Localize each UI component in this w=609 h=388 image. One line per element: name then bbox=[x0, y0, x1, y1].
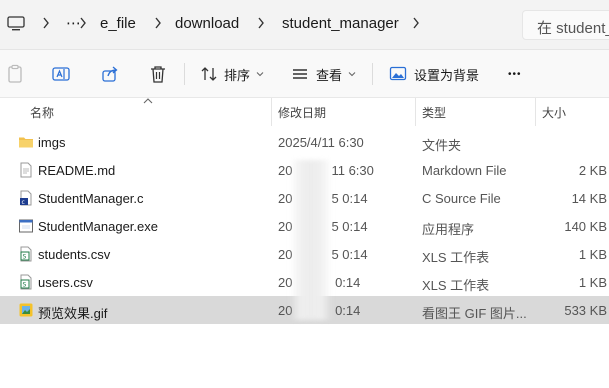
file-size: 1 KB bbox=[578, 275, 607, 290]
column-header-type[interactable]: 类型 bbox=[422, 104, 446, 121]
sort-button[interactable]: 排序 bbox=[200, 58, 264, 90]
share-icon[interactable] bbox=[100, 64, 120, 84]
image-icon bbox=[389, 66, 407, 81]
address-bar: ⋯ e_file download student_manager 在 stud… bbox=[0, 0, 609, 50]
file-type: Markdown File bbox=[422, 163, 507, 178]
search-input[interactable]: 在 student_m bbox=[522, 10, 609, 40]
column-header-name[interactable]: 名称 bbox=[30, 104, 54, 121]
view-button[interactable]: 查看 bbox=[291, 58, 356, 90]
folder-icon bbox=[18, 134, 34, 150]
chevron-right-icon[interactable] bbox=[78, 14, 88, 32]
c-source-icon: c bbox=[18, 190, 34, 206]
chevron-right-icon[interactable] bbox=[411, 14, 421, 32]
chevron-right-icon[interactable] bbox=[153, 14, 163, 32]
column-header-bar: 名称 修改日期 类型 大小 bbox=[0, 98, 609, 126]
chevron-right-icon[interactable] bbox=[41, 14, 51, 32]
csv-icon: S bbox=[18, 246, 34, 262]
sort-ascending-icon bbox=[143, 98, 153, 104]
file-size: 533 KB bbox=[564, 303, 607, 318]
breadcrumb-e-file[interactable]: e_file bbox=[100, 15, 136, 32]
svg-text:S: S bbox=[23, 282, 27, 289]
svg-text:S: S bbox=[23, 254, 27, 261]
this-pc-icon[interactable] bbox=[7, 16, 25, 32]
chevron-down-icon bbox=[256, 72, 264, 77]
file-type: 看图王 GIF 图片... bbox=[422, 306, 527, 321]
set-as-background-button[interactable]: 设置为背景 bbox=[389, 58, 479, 90]
file-type: 应用程序 bbox=[422, 222, 475, 237]
file-type: 文件夹 bbox=[422, 138, 462, 153]
command-bar: 排序 查看 设置为背景 ••• bbox=[0, 50, 609, 98]
breadcrumb-download[interactable]: download bbox=[175, 15, 239, 32]
column-header-size[interactable]: 大小 bbox=[542, 104, 566, 121]
set-as-background-label: 设置为背景 bbox=[414, 67, 480, 83]
file-size: 2 KB bbox=[578, 163, 607, 178]
delete-icon[interactable] bbox=[148, 64, 168, 84]
view-list-icon bbox=[293, 69, 307, 79]
file-name: users.csv bbox=[38, 275, 93, 290]
sort-label: 排序 bbox=[224, 67, 251, 83]
search-placeholder: 在 student_m bbox=[537, 20, 609, 37]
gif-icon bbox=[18, 302, 34, 318]
file-modified-date: 2025/4/11 6:30 bbox=[278, 135, 364, 150]
file-name: StudentManager.exe bbox=[38, 219, 158, 234]
breadcrumb-student-manager[interactable]: student_manager bbox=[282, 15, 399, 32]
file-type: C Source File bbox=[422, 191, 501, 206]
file-name: students.csv bbox=[38, 247, 111, 262]
column-header-date[interactable]: 修改日期 bbox=[278, 104, 326, 121]
file-name: imgs bbox=[38, 135, 66, 150]
redaction-blur bbox=[290, 160, 332, 320]
chevron-down-icon bbox=[348, 72, 356, 77]
column-resize-handle[interactable] bbox=[271, 98, 272, 126]
rename-icon[interactable] bbox=[51, 64, 71, 84]
exe-icon bbox=[18, 218, 34, 234]
file-name: 预览效果.gif bbox=[38, 306, 108, 321]
file-name: README.md bbox=[38, 163, 116, 178]
svg-text:c: c bbox=[22, 199, 25, 206]
file-name: StudentManager.c bbox=[38, 191, 144, 206]
file-size: 14 KB bbox=[571, 191, 607, 206]
column-resize-handle[interactable] bbox=[535, 98, 536, 126]
csv-icon: S bbox=[18, 274, 34, 290]
column-resize-handle[interactable] bbox=[415, 98, 416, 126]
more-options-label: ••• bbox=[508, 68, 522, 80]
paste-icon[interactable] bbox=[5, 64, 25, 84]
toolbar-divider bbox=[184, 63, 185, 85]
chevron-right-icon[interactable] bbox=[256, 14, 266, 32]
view-label: 查看 bbox=[316, 67, 343, 83]
more-options-button[interactable]: ••• bbox=[508, 58, 522, 90]
toolbar-divider bbox=[372, 63, 373, 85]
file-row[interactable]: imgs 2025/4/11 6:30 文件夹 bbox=[0, 128, 609, 156]
text-file-icon bbox=[18, 162, 34, 178]
file-type: XLS 工作表 bbox=[422, 278, 490, 293]
file-type: XLS 工作表 bbox=[422, 250, 490, 265]
file-size: 140 KB bbox=[564, 219, 607, 234]
file-size: 1 KB bbox=[578, 247, 607, 262]
sort-icon bbox=[201, 67, 217, 81]
